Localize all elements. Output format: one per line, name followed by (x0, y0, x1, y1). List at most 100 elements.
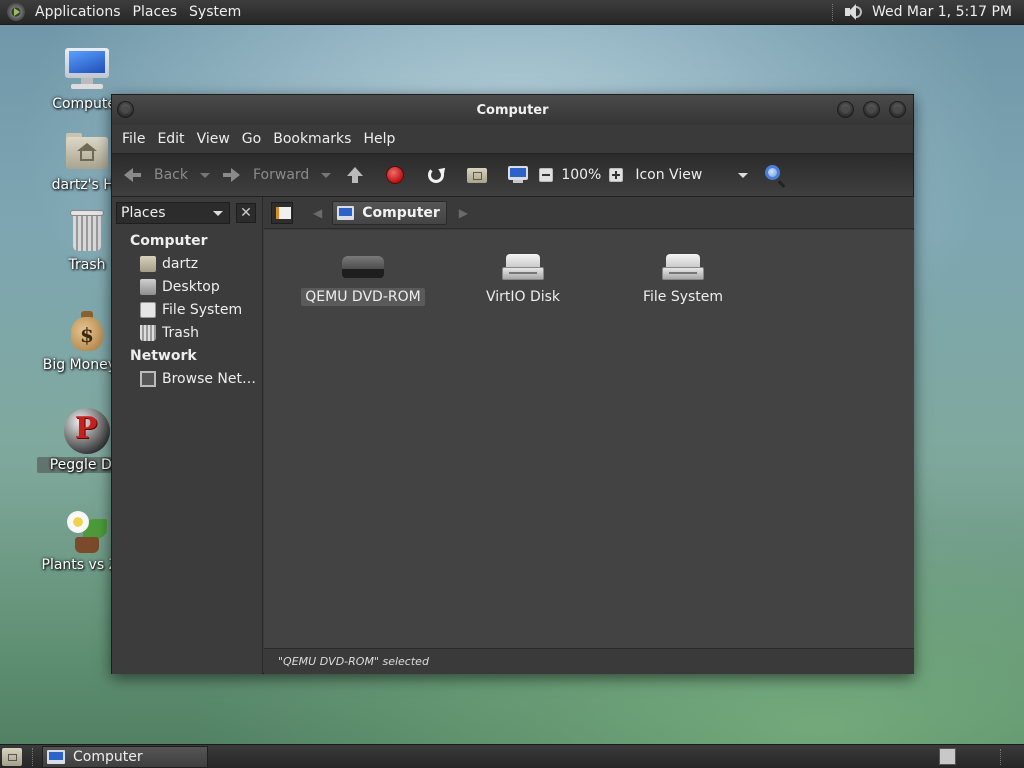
panel-separator (1000, 749, 1002, 765)
zoom-in-icon (609, 168, 624, 182)
back-history-dropdown[interactable] (200, 172, 210, 178)
forward-history-dropdown[interactable] (321, 172, 332, 178)
location-bar: ◀ Computer ▶ (264, 197, 914, 229)
reload-button[interactable] (425, 153, 447, 197)
chevron-down-icon (738, 172, 749, 178)
computer-button[interactable] (507, 153, 529, 197)
forward-button[interactable]: Forward (220, 153, 309, 197)
show-desktop-button[interactable] (2, 747, 22, 766)
view-mode-label: Icon View (635, 167, 703, 183)
distro-logo-icon[interactable] (7, 3, 25, 21)
sidebar-section-computer: Computer (130, 233, 208, 249)
sidebar-item-trash[interactable]: Trash (112, 321, 262, 344)
status-bar: "QEMU DVD-ROM" selected (264, 648, 914, 674)
taskbar-item-computer[interactable]: Computer (42, 745, 208, 768)
desktop-icon (140, 278, 156, 295)
file-item-qemu-dvd-rom[interactable]: QEMU DVD-ROM (288, 248, 438, 306)
clock[interactable]: Wed Mar 1, 5:17 PM (872, 4, 1012, 20)
money-bag-icon: $ (63, 307, 111, 355)
file-view[interactable]: QEMU DVD-ROM VirtIO Disk File System (264, 230, 914, 648)
zoom-level[interactable]: 100% (561, 153, 601, 197)
forward-label: Forward (253, 167, 310, 183)
home-folder-icon (140, 255, 156, 272)
file-item-label: VirtIO Disk (485, 289, 561, 305)
menubar: File Edit View Go Bookmarks Help (112, 125, 913, 153)
menu-bookmarks[interactable]: Bookmarks (267, 131, 357, 147)
hard-disk-icon (660, 248, 706, 284)
menu-edit[interactable]: Edit (151, 131, 190, 147)
breadcrumb-label: Computer (362, 204, 440, 221)
sidebar-item-file-system[interactable]: File System (112, 298, 262, 321)
menu-help[interactable]: Help (357, 131, 401, 147)
file-item-label: QEMU DVD-ROM (301, 288, 425, 306)
window-titlebar[interactable]: Computer (112, 95, 913, 125)
filesystem-icon (140, 301, 156, 318)
stop-button[interactable] (384, 153, 406, 197)
back-button[interactable]: Back (122, 153, 188, 197)
panel-separator (32, 747, 34, 766)
applications-menu[interactable]: Applications (29, 0, 127, 25)
top-menu: Applications Places System (29, 0, 247, 25)
trash-icon (140, 324, 156, 341)
maximize-button[interactable] (863, 101, 880, 118)
reload-icon (425, 164, 447, 186)
computer-icon (47, 749, 65, 764)
toggle-location-entry-button[interactable] (271, 201, 293, 224)
up-button[interactable] (343, 153, 365, 197)
file-item-virtio-disk[interactable]: VirtIO Disk (448, 248, 598, 306)
menu-view[interactable]: View (191, 131, 236, 147)
sidebar-type-select[interactable]: Places (116, 202, 230, 224)
search-button[interactable] (764, 153, 786, 197)
back-label: Back (154, 167, 188, 183)
breadcrumb-computer[interactable]: Computer (332, 200, 447, 225)
search-icon (764, 164, 786, 186)
menu-file[interactable]: File (116, 131, 151, 147)
panel-separator (831, 3, 834, 21)
dvd-drive-icon (340, 248, 386, 284)
window-title: Computer (476, 102, 549, 118)
menu-go[interactable]: Go (236, 131, 267, 147)
chevron-down-icon (213, 211, 223, 216)
top-panel-tray: Wed Mar 1, 5:17 PM (831, 0, 1024, 25)
zoom-out-button[interactable] (539, 153, 554, 197)
home-folder-icon (63, 127, 111, 175)
sidebar-item-label: Trash (162, 324, 199, 341)
workspace-switcher[interactable] (939, 748, 956, 765)
places-menu[interactable]: Places (127, 0, 184, 25)
computer-icon (507, 164, 529, 186)
file-item-file-system[interactable]: File System (608, 248, 758, 306)
hard-disk-icon (500, 248, 546, 284)
sidebar-section-network: Network (130, 348, 197, 364)
file-manager-window: Computer File Edit View Go Bookmarks Hel… (111, 94, 914, 674)
home-button[interactable] (466, 153, 488, 197)
sidebar-item-label: File System (162, 301, 243, 318)
sidebar-item-browse-network[interactable]: Browse Net… (112, 367, 262, 390)
view-mode-select[interactable]: Icon View (635, 153, 764, 197)
sidebar-header: Places ✕ (112, 197, 262, 229)
zoom-out-icon (539, 168, 554, 182)
status-text: "QEMU DVD-ROM" selected (278, 655, 429, 668)
sidebar-item-dartz[interactable]: dartz (112, 252, 262, 275)
file-item-label: File System (642, 289, 724, 305)
close-button[interactable] (889, 101, 906, 118)
bottom-panel: Computer (0, 744, 1024, 768)
trash-icon (63, 207, 111, 255)
sidebar-item-desktop[interactable]: Desktop (112, 275, 262, 298)
path-scroll-right-button[interactable]: ▶ (459, 206, 468, 220)
sidebar-item-label: dartz (162, 255, 199, 272)
path-scroll-left-button[interactable]: ◀ (313, 206, 322, 220)
toolbar: Back Forward 100% Icon View (112, 153, 913, 197)
zoom-in-button[interactable] (609, 153, 624, 197)
close-sidebar-button[interactable]: ✕ (236, 203, 256, 223)
sidebar-item-label: Desktop (162, 278, 220, 295)
system-menu[interactable]: System (183, 0, 247, 25)
top-panel: Applications Places System Wed Mar 1, 5:… (0, 0, 1024, 25)
minimize-button[interactable] (837, 101, 854, 118)
volume-icon[interactable] (842, 2, 862, 22)
up-arrow-icon (343, 164, 365, 186)
sidebar-type-label: Places (121, 205, 166, 221)
sidebar: Places ✕ Computer dartz Desktop File Sys… (112, 197, 263, 674)
back-arrow-icon (122, 164, 144, 186)
close-icon: ✕ (240, 205, 252, 221)
peggle-icon: P (63, 407, 111, 455)
